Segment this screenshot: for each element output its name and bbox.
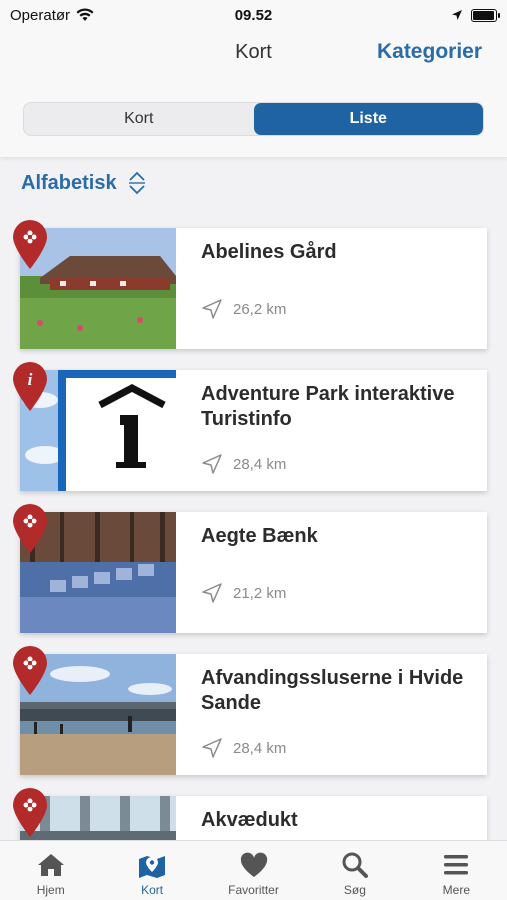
list-item[interactable]: Afvandingssluserne i Hvide Sande 28,4 km [13,646,487,775]
carrier-label: Operatør [10,6,71,24]
segment-list[interactable]: Liste [253,103,483,135]
place-title: Aegte Bænk [201,525,318,547]
tab-label: Kort [141,883,164,897]
heart-icon [240,852,267,877]
places-list: Abelines Gård 26,2 km Adventure Park int… [13,220,487,900]
sort-label: Alfabetisk [21,171,117,194]
place-distance: 28,4 km [201,453,286,475]
distance-value: 21,2 km [233,584,287,602]
tab-label: Søg [343,883,366,897]
place-distance: 28,4 km [201,737,286,759]
list-item[interactable]: Aegte Bænk 21,2 km [13,504,487,633]
tab-label: Mere [442,883,470,897]
place-title: Adventure Park interaktive Turistinfo [201,383,455,430]
place-title: Afvandingssluserne i Hvide Sande [201,667,464,714]
tab-home[interactable]: Hjem [0,841,101,900]
navigation-arrow-icon [202,454,222,474]
wifi-icon [76,8,94,21]
place-title: Akvædukt [201,809,298,831]
flower-pin-icon [13,646,47,695]
status-left: Operatør [10,7,94,24]
distance-value: 28,4 km [233,739,287,757]
place-distance: 26,2 km [201,298,286,320]
status-bar: Operatør 09.52 [0,0,507,30]
segment-map[interactable]: Kort [24,103,254,135]
status-right [451,8,500,22]
battery-fill [473,10,494,20]
place-distance: 21,2 km [201,582,286,604]
navigation-arrow-icon [202,299,222,319]
place-title: Abelines Gård [201,241,337,263]
tab-bar: Hjem Kort Favoritter Søg Mere [0,840,507,900]
search-icon [342,852,368,878]
location-arrow-icon [452,10,462,20]
navigation-arrow-icon [202,583,222,603]
svg-text:i: i [28,370,33,389]
tab-search[interactable]: Søg [304,841,405,900]
view-segmented-control: Kort Liste [23,102,484,136]
categories-button[interactable]: Kategorier [377,40,482,64]
menu-icon [444,855,469,875]
tab-favorites[interactable]: Favoritter [203,841,304,900]
sort-updown-icon [128,171,145,195]
navigation-arrow-icon [202,738,222,758]
distance-value: 26,2 km [233,300,287,318]
sort-button[interactable]: Alfabetisk [21,170,147,196]
battery-icon [471,8,500,22]
tab-label: Favoritter [228,883,279,897]
list-item[interactable]: Abelines Gård 26,2 km [13,220,487,349]
list-item[interactable]: Adventure Park interaktive Turistinfo 28… [13,362,487,491]
segment-container: Kort Liste [0,76,507,158]
info-pin-icon: i [13,362,47,411]
navigation-bar: Kort Kategorier [0,30,507,76]
flower-pin-icon [13,504,47,553]
flower-pin-icon [13,788,47,837]
map-icon [139,856,166,878]
tab-map[interactable]: Kort [101,841,202,900]
tab-label: Hjem [36,883,65,897]
home-icon [37,854,64,876]
distance-value: 28,4 km [233,455,287,473]
tab-more[interactable]: Mere [406,841,507,900]
flower-pin-icon [13,220,47,269]
